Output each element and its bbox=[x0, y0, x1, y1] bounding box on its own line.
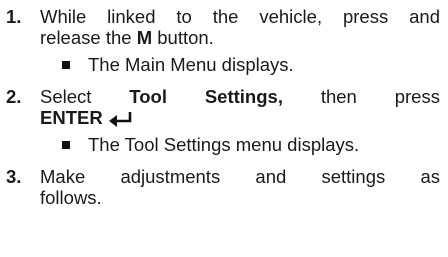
step-text: Make adjustments and settings as follows… bbox=[40, 166, 440, 208]
step-text-fragment: release the bbox=[40, 27, 137, 48]
result-bullet-2: The Tool Settings menu displays. bbox=[0, 134, 440, 155]
tool-label: Tool bbox=[129, 86, 167, 107]
instructions-document: 1. While linked to the vehicle, press an… bbox=[0, 0, 448, 257]
step-text: Select Tool Settings, then press ENTER bbox=[40, 86, 440, 131]
step-text-line: release the M button. bbox=[40, 27, 440, 48]
bullet-square-icon bbox=[62, 61, 70, 69]
step-number: 3. bbox=[6, 166, 22, 187]
result-bullet-1: The Main Menu displays. bbox=[0, 54, 440, 75]
step-text-line: ENTER bbox=[40, 107, 440, 131]
step-text-word: settings bbox=[321, 166, 386, 187]
step-number: 1. bbox=[6, 6, 22, 27]
enter-label: ENTER bbox=[40, 107, 103, 128]
step-text-fragment: button. bbox=[152, 27, 214, 48]
step-text: While linked to the vehicle, press and r… bbox=[40, 6, 440, 48]
step-number: 2. bbox=[6, 86, 22, 107]
step-text-word: and bbox=[255, 166, 287, 187]
step-text-word: then bbox=[320, 86, 357, 107]
m-button-label: M bbox=[136, 27, 153, 48]
step-text-word: as bbox=[420, 166, 440, 187]
enter-return-icon bbox=[108, 110, 135, 131]
step-text-word: adjustments bbox=[120, 166, 221, 187]
step-text-line: Select Tool Settings, then press bbox=[40, 86, 440, 107]
step-3: 3. Make adjustments and settings as foll… bbox=[0, 166, 440, 208]
step-text-line: While linked to the vehicle, press and bbox=[40, 6, 440, 27]
result-text: The Tool Settings menu displays. bbox=[88, 134, 360, 155]
step-2: 2. Select Tool Settings, then press ENTE… bbox=[0, 86, 440, 131]
bullet-square-icon bbox=[62, 141, 70, 149]
step-text-word: Select bbox=[40, 86, 92, 107]
result-text: The Main Menu displays. bbox=[88, 54, 294, 75]
step-text-word: Make bbox=[40, 166, 86, 187]
step-1: 1. While linked to the vehicle, press an… bbox=[0, 6, 440, 48]
step-text-word: press bbox=[394, 86, 440, 107]
step-text-line: Make adjustments and settings as bbox=[40, 166, 440, 187]
settings-label: Settings, bbox=[204, 86, 283, 107]
step-text-line: follows. bbox=[40, 187, 102, 208]
